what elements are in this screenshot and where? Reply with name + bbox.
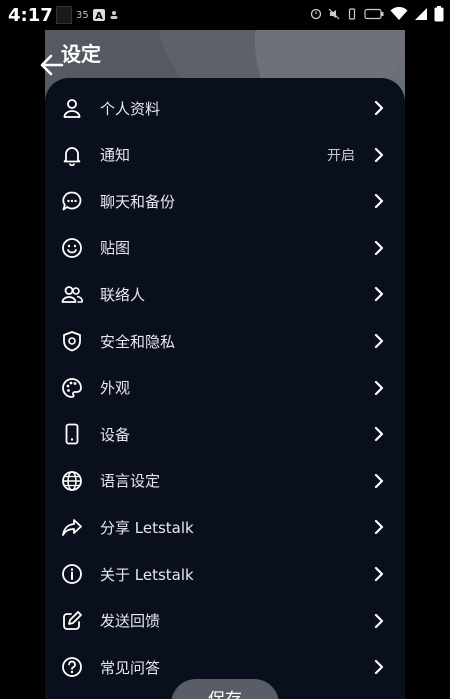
a-badge-icon: A bbox=[92, 9, 105, 21]
menu-item-label: 聊天和备份 bbox=[100, 192, 176, 211]
menu-item-label: 常见问答 bbox=[100, 658, 161, 677]
menu-item-devices[interactable]: 设备 bbox=[45, 411, 405, 457]
chevron-right-icon bbox=[373, 613, 385, 629]
menu-item-chat-backup[interactable]: 聊天和备份 bbox=[45, 178, 405, 224]
menu-item-contacts[interactable]: 联络人 bbox=[45, 271, 405, 317]
menu-item-label: 安全和隐私 bbox=[100, 332, 176, 351]
chevron-right-icon bbox=[373, 147, 385, 163]
menu-item-label: 贴图 bbox=[100, 239, 131, 258]
question-icon bbox=[61, 656, 83, 678]
phone-icon bbox=[61, 423, 83, 445]
battery-icon bbox=[434, 6, 444, 22]
menu-item-label: 关于 Letstalk bbox=[100, 565, 194, 584]
edit-feedback-icon bbox=[61, 610, 83, 632]
save-button[interactable]: 保存 bbox=[171, 679, 279, 699]
menu-item-appearance[interactable]: 外观 bbox=[45, 365, 405, 411]
chevron-right-icon bbox=[373, 519, 385, 535]
menu-item-value: 开启 bbox=[327, 147, 355, 164]
chevron-right-icon bbox=[373, 380, 385, 396]
status-time: 4:17 bbox=[8, 5, 53, 26]
globe-icon bbox=[61, 470, 83, 492]
menu-item-about[interactable]: 关于 Letstalk bbox=[45, 551, 405, 597]
status-right-icons bbox=[310, 6, 444, 22]
bell-icon bbox=[61, 144, 83, 166]
menu-item-language[interactable]: 语言设定 bbox=[45, 458, 405, 504]
contacts-icon bbox=[61, 283, 83, 305]
menu-item-stickers[interactable]: 贴图 bbox=[45, 225, 405, 271]
arrow-left-icon bbox=[40, 54, 64, 76]
chevron-right-icon bbox=[373, 193, 385, 209]
menu-item-security-privacy[interactable]: 安全和隐私 bbox=[45, 318, 405, 364]
menu-item-label: 联络人 bbox=[100, 285, 146, 304]
person-icon bbox=[61, 97, 83, 119]
status-left-icons: 35 A bbox=[56, 6, 119, 24]
settings-screen: 设定 个人资料 通知 开启 聊天和备份 贴图 联络人 安全和隐私 外观 设备 语言设定 分享 Let… bbox=[45, 30, 405, 699]
status-extra-text: 35 bbox=[76, 9, 89, 21]
people-icon bbox=[110, 11, 118, 19]
alarm-icon bbox=[310, 8, 322, 20]
status-bar: 4:17 35 A bbox=[0, 0, 450, 30]
menu-item-notifications[interactable]: 通知 开启 bbox=[45, 132, 405, 178]
chevron-right-icon bbox=[373, 659, 385, 675]
menu-item-feedback[interactable]: 发送回馈 bbox=[45, 598, 405, 644]
vibrate-icon bbox=[348, 8, 356, 20]
notification-thumbnail-icon bbox=[56, 6, 72, 24]
mute-icon bbox=[328, 8, 340, 20]
shield-icon bbox=[61, 330, 83, 352]
menu-item-label: 分享 Letstalk bbox=[100, 518, 194, 537]
menu-item-share[interactable]: 分享 Letstalk bbox=[45, 504, 405, 550]
chat-bubble-icon bbox=[61, 190, 83, 212]
chevron-right-icon bbox=[373, 426, 385, 442]
signal-icon bbox=[415, 8, 427, 20]
menu-item-label: 外观 bbox=[100, 379, 131, 398]
chevron-right-icon bbox=[373, 473, 385, 489]
menu-item-label: 个人资料 bbox=[100, 99, 161, 118]
menu-item-label: 设备 bbox=[100, 425, 131, 444]
menu-item-profile[interactable]: 个人资料 bbox=[45, 85, 405, 131]
menu-item-label: 发送回馈 bbox=[100, 612, 161, 631]
chevron-right-icon bbox=[373, 333, 385, 349]
info-icon bbox=[61, 563, 83, 585]
palette-icon bbox=[61, 377, 83, 399]
menu-item-label: 语言设定 bbox=[100, 472, 161, 491]
smiley-icon bbox=[61, 237, 83, 259]
chevron-right-icon bbox=[373, 100, 385, 116]
menu-item-label: 通知 bbox=[100, 146, 131, 165]
svg-text:A: A bbox=[95, 11, 103, 21]
wifi-icon bbox=[390, 7, 408, 20]
share-arrow-icon bbox=[61, 516, 83, 538]
chevron-right-icon bbox=[373, 286, 385, 302]
battery-saver-icon bbox=[364, 8, 384, 20]
back-button[interactable] bbox=[38, 52, 68, 78]
chevron-right-icon bbox=[373, 566, 385, 582]
chevron-right-icon bbox=[373, 240, 385, 256]
